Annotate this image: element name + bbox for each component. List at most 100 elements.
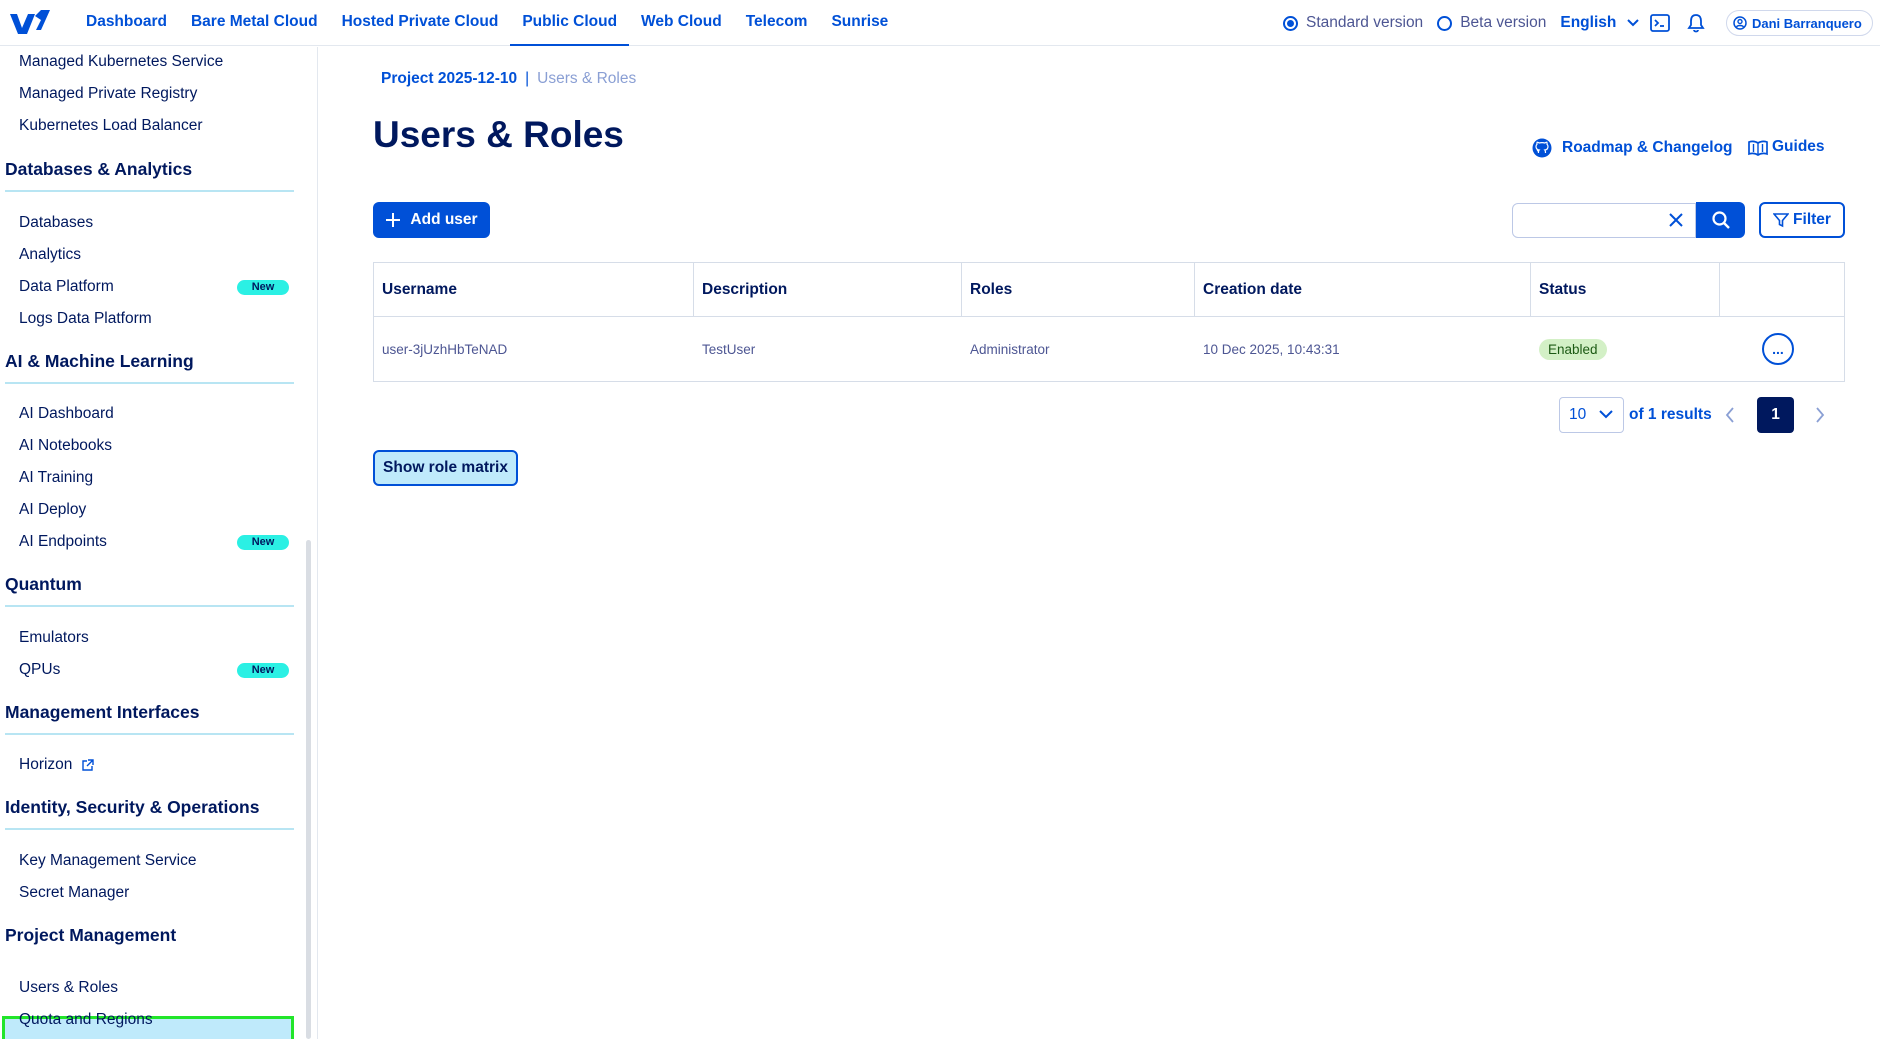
beta-version-label: Beta version [1460,14,1547,31]
sidebar-scrollbar[interactable] [306,540,311,1039]
language-selector[interactable]: English [1560,14,1640,32]
table-row: user-3jUzhHbTeNAD TestUser Administrator… [374,317,1844,381]
page-size-select[interactable]: 10 [1559,397,1624,433]
search-button[interactable] [1696,202,1745,238]
book-icon [1748,139,1768,156]
sidebar-item-logs-data-platform[interactable]: Logs Data Platform [19,310,152,328]
nav-public-cloud[interactable]: Public Cloud [510,0,630,46]
sidebar-item-ai-training[interactable]: AI Training [19,469,93,487]
standard-version-label: Standard version [1306,14,1424,31]
chevron-down-icon [1599,410,1613,419]
row-actions-menu-button[interactable]: ... [1762,333,1794,365]
user-name: Dani Barranquero [1752,15,1862,31]
user-icon [1733,16,1747,30]
sidebar-item-horizon[interactable]: Horizon [19,756,95,774]
ovhcloud-logo[interactable] [8,8,52,36]
sidebar-item-users-roles[interactable]: Users & Roles [19,979,118,997]
sidebar-item-ai-deploy[interactable]: AI Deploy [19,501,86,519]
language-label: English [1560,14,1617,31]
breadcrumb-project-link[interactable]: Project 2025-12-10 [381,70,517,87]
sidebar-item-horizon-label: Horizon [19,756,73,773]
status-badge: Enabled [1539,338,1607,360]
nav-web-cloud[interactable]: Web Cloud [629,0,734,46]
column-header-roles[interactable]: Roles [962,263,1195,316]
bell-icon [1687,14,1705,33]
column-header-username[interactable]: Username [374,263,694,316]
new-badge: New [237,280,289,295]
chevron-left-icon[interactable] [1724,404,1736,426]
sidebar-item-qpus[interactable]: QPUs [19,661,60,679]
chevron-right-icon[interactable] [1814,404,1826,426]
sidebar: Managed Kubernetes Service Managed Priva… [0,47,318,1039]
sidebar-item-ai-notebooks[interactable]: AI Notebooks [19,437,112,455]
terminal-icon [1650,14,1670,32]
cell-roles: Administrator [970,341,1050,357]
sidebar-item-emulators[interactable]: Emulators [19,629,89,647]
plus-icon [386,213,401,227]
search-input[interactable] [1521,205,1661,236]
new-badge: New [237,663,289,678]
sidebar-item-managed-private-registry[interactable]: Managed Private Registry [19,85,197,103]
github-icon [1532,138,1552,158]
top-navigation-bar: Dashboard Bare Metal Cloud Hosted Privat… [0,0,1880,46]
section-title-identity-security-operations: Identity, Security & Operations [5,797,294,830]
section-title-project-management: Project Management [5,925,177,945]
add-user-label: Add user [410,211,478,228]
sidebar-item-quota-regions[interactable]: Quota and Regions [19,1011,153,1029]
nav-dashboard[interactable]: Dashboard [74,0,179,46]
sidebar-item-databases[interactable]: Databases [19,214,93,232]
breadcrumb-separator: | [525,70,530,87]
section-title-databases-analytics: Databases & Analytics [5,159,294,192]
guides-label: Guides [1772,138,1825,155]
show-role-matrix-button[interactable]: Show role matrix [373,450,518,486]
nav-bare-metal-cloud[interactable]: Bare Metal Cloud [179,0,330,46]
sidebar-item-analytics[interactable]: Analytics [19,246,81,264]
roadmap-changelog-link[interactable]: Roadmap & Changelog [1532,138,1733,158]
sidebar-item-managed-kubernetes[interactable]: Managed Kubernetes Service [19,53,223,71]
beta-version-radio[interactable]: Beta version [1437,14,1546,32]
sidebar-item-key-management-service[interactable]: Key Management Service [19,852,196,870]
utility-icons: Dani Barranquero [1648,0,1873,46]
guides-link[interactable]: Guides [1748,138,1825,156]
external-link-icon [82,758,95,771]
column-header-creation-date[interactable]: Creation date [1195,263,1531,316]
radio-checked-icon [1283,15,1298,31]
filter-button[interactable]: Filter [1759,202,1845,238]
breadcrumb: Project 2025-12-10 | Users & Roles [381,70,636,88]
section-title-quantum: Quantum [5,574,294,607]
chevron-down-icon [1627,19,1640,27]
close-icon[interactable] [1667,211,1685,229]
terminal-button[interactable] [1648,11,1672,35]
column-header-status[interactable]: Status [1531,263,1720,316]
table-header-row: Username Description Roles Creation date… [374,263,1844,317]
nav-sunrise[interactable]: Sunrise [819,0,900,46]
cell-description: TestUser [702,341,756,357]
new-badge: New [237,535,289,550]
sidebar-item-secret-manager[interactable]: Secret Manager [19,884,129,902]
column-header-actions [1720,263,1844,316]
sidebar-item-ai-endpoints[interactable]: AI Endpoints [19,533,107,551]
sidebar-item-kubernetes-load-balancer[interactable]: Kubernetes Load Balancer [19,117,203,135]
radio-unchecked-icon [1437,15,1453,31]
filter-label: Filter [1793,211,1831,228]
sidebar-item-data-platform[interactable]: Data Platform [19,278,114,296]
standard-version-radio[interactable]: Standard version [1283,14,1423,32]
user-account-button[interactable]: Dani Barranquero [1726,10,1873,36]
current-page-button[interactable]: 1 [1757,397,1794,433]
section-title-management-interfaces: Management Interfaces [5,702,294,735]
page-title: Users & Roles [373,114,624,155]
breadcrumb-current: Users & Roles [537,70,637,87]
nav-telecom[interactable]: Telecom [734,0,820,46]
column-header-description[interactable]: Description [694,263,962,316]
search-icon [1711,211,1730,229]
search-field[interactable] [1512,203,1696,238]
page-size-value: 10 [1569,406,1587,423]
notifications-button[interactable] [1684,11,1708,35]
filter-icon [1773,213,1790,228]
cell-creation-date: 10 Dec 2025, 10:43:31 [1203,341,1340,357]
sidebar-item-ai-dashboard[interactable]: AI Dashboard [19,405,114,423]
results-count: of 1 results [1629,406,1712,423]
add-user-button[interactable]: Add user [373,202,490,238]
cell-actions: ... [1720,317,1844,381]
nav-hosted-private-cloud[interactable]: Hosted Private Cloud [330,0,511,46]
